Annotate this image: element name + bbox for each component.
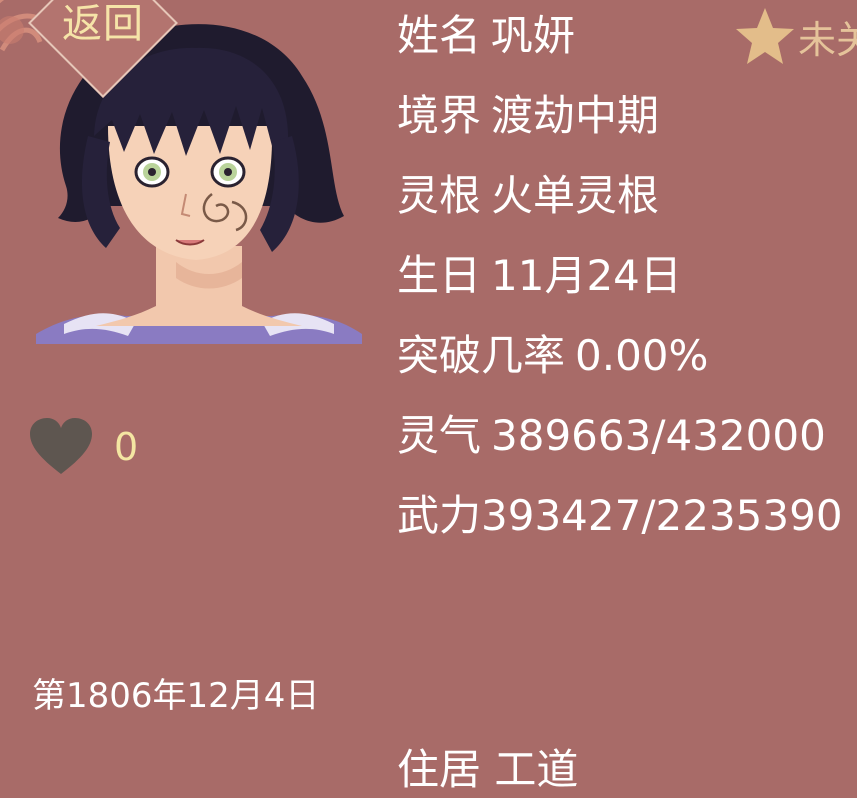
attr-realm: 境界 渡劫中期 [397,88,857,168]
attr-value: 渡劫中期 [491,91,660,140]
attr-spirit-root: 灵根 火单灵根 [397,168,857,248]
attr-label: 武力 [397,491,482,540]
heart-icon [30,418,92,474]
favorability-value: 0 [114,425,139,469]
character-attributes: 姓名 巩妍 境界 渡劫中期 灵根 火单灵根 生日 11月24日 突破几率 0.00% 灵气… [397,8,857,568]
attr-birthday: 生日 11月24日 [397,248,857,328]
favorability: 0 [30,412,138,482]
attr-value: 0.00% [575,331,709,380]
attr-label: 灵根 [397,171,482,220]
attr-value: 11月24日 [491,251,682,300]
star-status-label: 未关 [798,17,857,62]
attr-value: 火单灵根 [491,171,660,220]
star-icon [736,8,794,64]
back-button[interactable]: 返回 [28,0,178,98]
attr-value: 393427/2235390 [481,491,843,540]
attr-partial-row: 住居 工道 [397,745,579,794]
back-button-label: 返回 [62,1,144,47]
attr-label: 境界 [397,91,482,140]
attr-spiritual-energy: 灵气 389663/432000 [397,408,857,488]
attr-value: 389663/432000 [491,411,826,460]
attr-martial-power: 武力393427/2235390 [397,488,857,568]
attr-label: 姓名 [397,11,482,60]
attr-value: 巩妍 [491,11,576,60]
star-status[interactable]: 未关 [734,6,857,66]
attr-label: 灵气 [397,411,482,460]
attr-label: 生日 [397,251,482,300]
attr-breakthrough-chance: 突破几率 0.00% [397,328,857,408]
game-date: 第1806年12月4日 [32,676,320,716]
attr-label: 突破几率 [397,331,566,380]
